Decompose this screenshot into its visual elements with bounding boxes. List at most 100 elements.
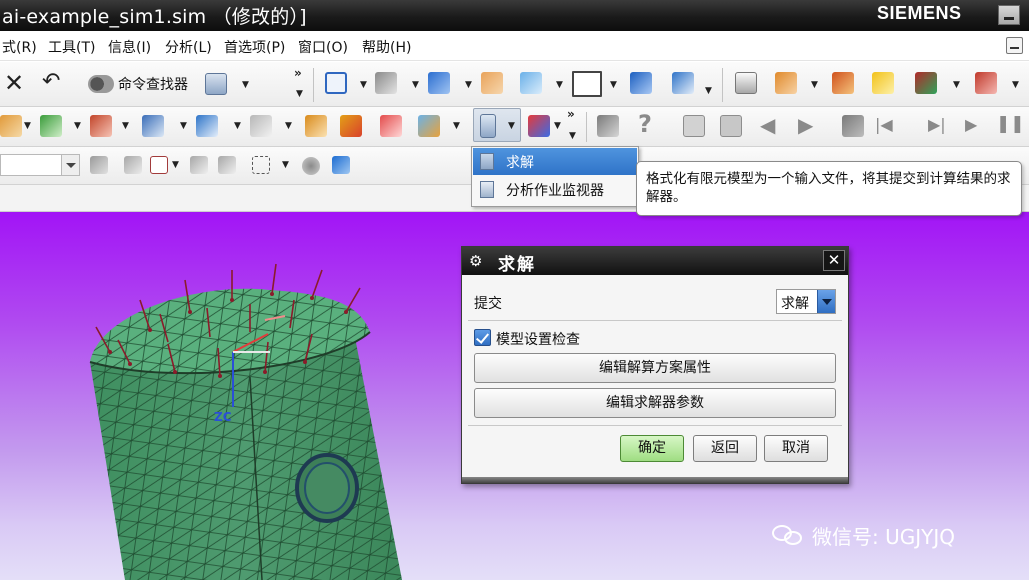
solve-icon[interactable] — [480, 114, 496, 138]
constraint-icon[interactable] — [90, 115, 112, 137]
analysis-icon[interactable] — [872, 72, 894, 94]
chevron-down-icon[interactable] — [817, 290, 835, 313]
chevron-down-icon[interactable]: ▼ — [180, 121, 187, 131]
chevron-down-icon[interactable]: ▼ — [122, 121, 129, 131]
load-icon[interactable] — [40, 115, 62, 137]
rectangle-select-icon[interactable] — [252, 156, 270, 174]
last-frame-icon[interactable]: ▶| — [928, 115, 946, 134]
arrow-left-icon[interactable]: ◀ — [760, 113, 775, 137]
model-setup-check-checkbox[interactable] — [474, 329, 491, 346]
undo-icon[interactable]: ↶ — [42, 71, 60, 93]
submit-select[interactable]: 求解 — [776, 289, 836, 314]
point-on-curve-icon[interactable] — [190, 156, 208, 174]
toolbar-overflow-icon[interactable]: » — [294, 66, 302, 80]
nozzle-inner — [304, 462, 350, 514]
display-icon[interactable] — [915, 72, 937, 94]
command-finder-button[interactable]: 命令查找器 — [88, 73, 188, 95]
fit-view-icon[interactable] — [325, 72, 347, 94]
section-view-icon[interactable] — [481, 72, 503, 94]
first-frame-icon[interactable]: |◀ — [875, 115, 893, 134]
menu-info[interactable]: 信息(I) — [108, 37, 151, 57]
edit-solver-parameters-button[interactable]: 编辑求解器参数 — [474, 388, 836, 418]
shaded-cube-icon[interactable] — [428, 72, 450, 94]
chevron-down-icon[interactable]: ▼ — [556, 80, 563, 90]
chevron-down-icon[interactable]: ▼ — [412, 80, 419, 90]
type-filter-select[interactable] — [0, 154, 80, 176]
solution-icon[interactable] — [305, 115, 327, 137]
chevron-down-icon[interactable]: ▼ — [282, 160, 289, 170]
chevron-down-icon[interactable]: ▼ — [610, 80, 617, 90]
chevron-down-icon[interactable]: ▼ — [569, 131, 576, 141]
toolbar-overflow-icon[interactable]: » — [567, 107, 575, 121]
gear-icon[interactable]: ⚙ — [469, 252, 482, 270]
chevron-down-icon[interactable]: ▼ — [465, 80, 472, 90]
cube-icon[interactable] — [332, 156, 350, 174]
post-processing-icon[interactable] — [528, 115, 550, 137]
chevron-down-icon[interactable]: ▼ — [453, 121, 460, 131]
background-color-icon[interactable] — [572, 71, 602, 97]
chevron-down-icon[interactable]: ▼ — [811, 80, 818, 90]
field-icon[interactable] — [250, 115, 272, 137]
menu-item-solve[interactable]: 求解 — [473, 148, 637, 175]
solve-icon[interactable] — [205, 73, 227, 95]
selection-scope-icon[interactable] — [90, 156, 108, 174]
close-icon[interactable]: ✕ — [4, 71, 24, 95]
dialog-close-button[interactable]: ✕ — [823, 250, 845, 271]
step-icon[interactable] — [340, 115, 362, 137]
chevron-down-icon[interactable]: ▼ — [554, 121, 561, 131]
annotation-edit-icon[interactable] — [720, 115, 742, 137]
snap-point-icon[interactable] — [124, 156, 142, 174]
chevron-down-icon[interactable]: ▼ — [24, 121, 31, 131]
model-icon[interactable] — [0, 115, 22, 137]
render-style-icon[interactable] — [375, 72, 397, 94]
menu-item-job-monitor-label: 分析作业监视器 — [506, 183, 604, 199]
wrench-icon[interactable] — [597, 115, 619, 137]
help-icon[interactable]: ? — [638, 110, 652, 138]
chevron-down-icon[interactable]: ▼ — [1012, 80, 1019, 90]
back-button[interactable]: 返回 — [693, 435, 757, 462]
measure-icon[interactable] — [975, 72, 997, 94]
orient-view-icon[interactable] — [630, 72, 652, 94]
chevron-down-icon[interactable]: ▼ — [172, 160, 179, 170]
menu-window[interactable]: 窗口(O) — [298, 37, 348, 57]
annotation-icon[interactable] — [683, 115, 705, 137]
results-icon[interactable] — [380, 115, 402, 137]
chevron-down-icon[interactable]: ▼ — [296, 89, 303, 99]
chevron-down-icon[interactable]: ▼ — [285, 121, 292, 131]
menu-item-job-monitor[interactable]: 分析作业监视器 — [473, 176, 637, 203]
selection-box-icon[interactable] — [150, 156, 168, 174]
edit-solution-attributes-button[interactable]: 编辑解算方案属性 — [474, 353, 836, 383]
check-model-icon[interactable] — [418, 115, 440, 137]
chevron-down-icon[interactable]: ▼ — [234, 121, 241, 131]
menu-help[interactable]: 帮助(H) — [362, 37, 411, 57]
minimize-button[interactable] — [998, 5, 1020, 25]
region-icon[interactable] — [196, 115, 218, 137]
chevron-down-icon[interactable]: ▼ — [705, 86, 712, 96]
wcs-icon[interactable] — [775, 72, 797, 94]
menu-analysis[interactable]: 分析(L) — [165, 37, 212, 57]
layer-icon[interactable] — [735, 72, 757, 94]
chevron-down-icon[interactable]: ▼ — [74, 121, 81, 131]
pause-icon[interactable]: ❚❚ — [996, 114, 1025, 134]
intersection-icon[interactable] — [218, 156, 236, 174]
sphere-icon[interactable] — [302, 157, 320, 175]
menu-format[interactable]: 式(R) — [2, 37, 37, 57]
menu-preferences[interactable]: 首选项(P) — [224, 37, 285, 57]
simulation-object-icon[interactable] — [142, 115, 164, 137]
view-triad-icon[interactable] — [672, 72, 694, 94]
menu-tools[interactable]: 工具(T) — [48, 37, 95, 57]
chevron-down-icon[interactable]: ▼ — [360, 80, 367, 90]
chevron-down-icon[interactable]: ▼ — [508, 121, 515, 131]
clip-plane-icon[interactable] — [520, 72, 542, 94]
snap-icon[interactable] — [832, 72, 854, 94]
chevron-down-icon[interactable]: ▼ — [953, 80, 960, 90]
chevron-down-icon[interactable]: ▼ — [242, 80, 249, 90]
animation-icon[interactable] — [842, 115, 864, 137]
chevron-down-icon[interactable] — [61, 155, 79, 175]
ribbon-minimize-button[interactable] — [1006, 37, 1023, 54]
ok-button[interactable]: 确定 — [620, 435, 684, 462]
play-icon[interactable]: ▶ — [965, 115, 977, 134]
cancel-button[interactable]: 取消 — [764, 435, 828, 462]
arrow-right-icon[interactable]: ▶ — [798, 113, 813, 137]
dialog-title-bar[interactable]: ⚙ 求解 ✕ — [462, 247, 848, 275]
